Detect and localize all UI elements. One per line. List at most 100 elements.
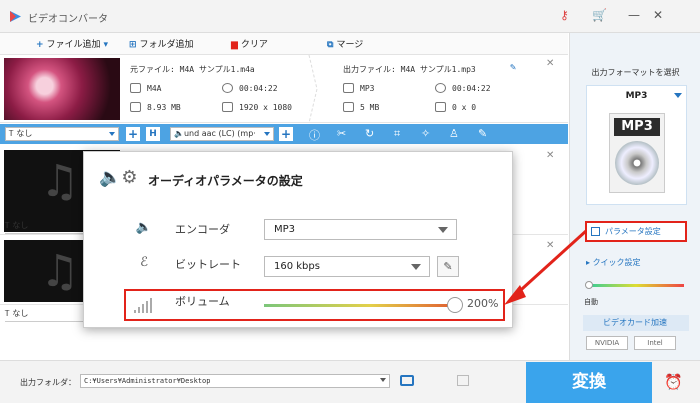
merge-button[interactable]: ⧉ マージ	[327, 37, 363, 50]
src-size: 8.93 MB	[130, 102, 181, 112]
out-resolution: 0 x 0	[435, 102, 476, 112]
add-file-button[interactable]: + ファイル追加 ▾	[36, 37, 108, 50]
remove-file-close-icon[interactable]: ✕	[546, 240, 554, 251]
cut-icon[interactable]: ✂	[337, 127, 346, 140]
toolbar: + ファイル追加 ▾ ⊞ フォルダ追加 ▆ クリア ⧉ マージ	[0, 33, 568, 55]
bitrate-select[interactable]: 160 kbps	[264, 256, 430, 277]
trash-icon: ▆	[231, 40, 238, 50]
subtitle-select[interactable]: Ꭲ なし	[5, 127, 119, 141]
chevron-down-icon	[109, 132, 115, 136]
format-icon	[130, 83, 141, 93]
subtitle-style-button[interactable]: H	[146, 127, 160, 141]
output-folder-path[interactable]: C:¥Users¥Administrator¥Desktop	[80, 374, 390, 388]
output-filename: 出力ファイル: M4A サンプル1.mp3	[343, 65, 476, 74]
list-item[interactable]: 元ファイル: M4A サンプル1.m4a 出力ファイル: M4A サンプル1.m…	[0, 55, 568, 123]
disc-icon	[615, 141, 659, 185]
edit-bitrate-pencil-icon[interactable]: ✎	[437, 256, 459, 277]
gpu-acceleration-button[interactable]: ビデオカード加速	[583, 315, 689, 331]
out-size: 5 MB	[343, 102, 379, 112]
volume-label: ボリューム	[175, 295, 230, 308]
merge-icon: ⧉	[327, 40, 334, 50]
bottom-bar: 出力フォルダ： C:¥Users¥Administrator¥Desktop 変…	[0, 360, 700, 403]
remove-file-close-icon[interactable]: ✕	[546, 58, 554, 69]
add-audio-button[interactable]: +	[279, 127, 293, 141]
source-filename: 元ファイル: M4A サンプル1.m4a	[130, 65, 255, 74]
resolution-icon	[435, 102, 446, 112]
key-icon[interactable]: ⚷	[560, 8, 569, 22]
arrow-divider-icon	[308, 55, 318, 123]
chevron-down-icon	[411, 264, 421, 270]
minimize-button[interactable]: —	[626, 7, 642, 23]
encoder-label: エンコーダ	[175, 223, 230, 236]
settings-icon	[591, 227, 600, 236]
src-format: M4A	[130, 83, 161, 93]
video-thumbnail[interactable]	[4, 58, 120, 120]
dialog-title: オーディオパラメータの設定	[148, 174, 303, 188]
out-duration: 00:04:22	[435, 83, 491, 93]
chevron-down-icon[interactable]: ▾	[103, 40, 108, 50]
chevron-down-icon	[674, 93, 682, 98]
nvidia-logo: NVIDIA	[586, 336, 628, 350]
merge-files-icon[interactable]	[457, 375, 469, 386]
quick-settings[interactable]: ▸ クイック設定	[586, 257, 641, 268]
alarm-clock-icon[interactable]: ⏰	[664, 373, 683, 391]
watermark-icon[interactable]: ♙	[449, 127, 459, 140]
remove-file-close-icon[interactable]: ✕	[546, 150, 554, 161]
auto-label: 自動	[584, 298, 598, 306]
title-bar: ビデオコンバータ ⚷ 🛒 — ✕	[0, 0, 700, 33]
volume-slider-knob[interactable]	[447, 297, 463, 313]
chevron-down-icon	[264, 132, 270, 136]
plus-icon: +	[36, 40, 44, 50]
filesize-icon	[130, 102, 141, 112]
slider-knob[interactable]	[585, 281, 593, 289]
rotate-icon[interactable]: ↻	[365, 127, 374, 140]
audio-track-select[interactable]: 🔈und aac (LC) (mp·	[170, 127, 274, 141]
format-icon	[343, 83, 354, 93]
mp3-format-icon: MP3	[609, 113, 665, 193]
speaker-icon: 🔈	[135, 220, 153, 235]
convert-button[interactable]: 変換	[526, 362, 652, 403]
output-format-selector[interactable]: MP3 MP3	[586, 85, 687, 205]
edit-icon[interactable]: ✎	[478, 127, 487, 140]
volume-slider[interactable]	[264, 304, 457, 307]
chevron-down-icon	[438, 227, 448, 233]
clock-icon	[435, 83, 446, 93]
intel-logo: Intel	[634, 336, 676, 350]
effect-icon[interactable]: ✧	[421, 127, 430, 140]
out-format: MP3	[343, 83, 374, 93]
app-title: ビデオコンバータ	[28, 14, 108, 25]
bitrate-label: ビットレート	[175, 258, 241, 271]
audio-settings-icon: 🔈⚙	[99, 167, 138, 188]
app-logo-icon	[10, 11, 21, 22]
volume-bars-icon	[134, 297, 154, 313]
info-icon[interactable]: ⓘ	[309, 127, 320, 143]
folder-plus-icon: ⊞	[129, 40, 137, 50]
chevron-down-icon	[380, 378, 386, 382]
open-folder-icon[interactable]	[400, 375, 414, 386]
encoder-select[interactable]: MP3	[264, 219, 457, 240]
quality-slider[interactable]	[585, 281, 684, 289]
clock-icon	[222, 83, 233, 93]
add-subtitle-button[interactable]: +	[126, 127, 140, 141]
add-folder-button[interactable]: ⊞ フォルダ追加	[129, 37, 194, 50]
output-folder-label: 出力フォルダ：	[20, 378, 76, 387]
output-format-value: MP3	[625, 91, 648, 101]
filesize-icon	[343, 102, 354, 112]
music-note-icon: ♫	[40, 246, 80, 297]
parameter-settings-button[interactable]: パラメータ設定	[585, 221, 687, 242]
edit-toolbar: Ꭲ なし + H 🔈und aac (LC) (mp· + ⓘ ✂ ↻ ⌗ ✧ …	[0, 124, 568, 144]
clear-button[interactable]: ▆ クリア	[231, 37, 268, 50]
bitrate-icon: ℰ	[140, 255, 148, 270]
music-note-icon: ♫	[40, 156, 80, 207]
volume-value: 200%	[467, 297, 499, 310]
gpu-logos: NVIDIA Intel	[586, 336, 682, 350]
right-panel: 出力フォーマットを選択 MP3 MP3 パラメータ設定 ▸ クイック設定 自動 …	[569, 33, 700, 360]
crop-icon[interactable]: ⌗	[394, 127, 400, 141]
src-duration: 00:04:22	[222, 83, 278, 93]
close-button[interactable]: ✕	[650, 7, 666, 23]
src-resolution: 1920 x 1080	[222, 102, 292, 112]
cart-icon[interactable]: 🛒	[592, 8, 607, 22]
audio-parameter-dialog: 🔈⚙ オーディオパラメータの設定 🔈 エンコーダ MP3 ℰ ビットレート 16…	[83, 151, 513, 328]
rename-pencil-icon[interactable]: ✎	[510, 62, 516, 73]
output-format-title: 出力フォーマットを選択	[591, 68, 680, 77]
